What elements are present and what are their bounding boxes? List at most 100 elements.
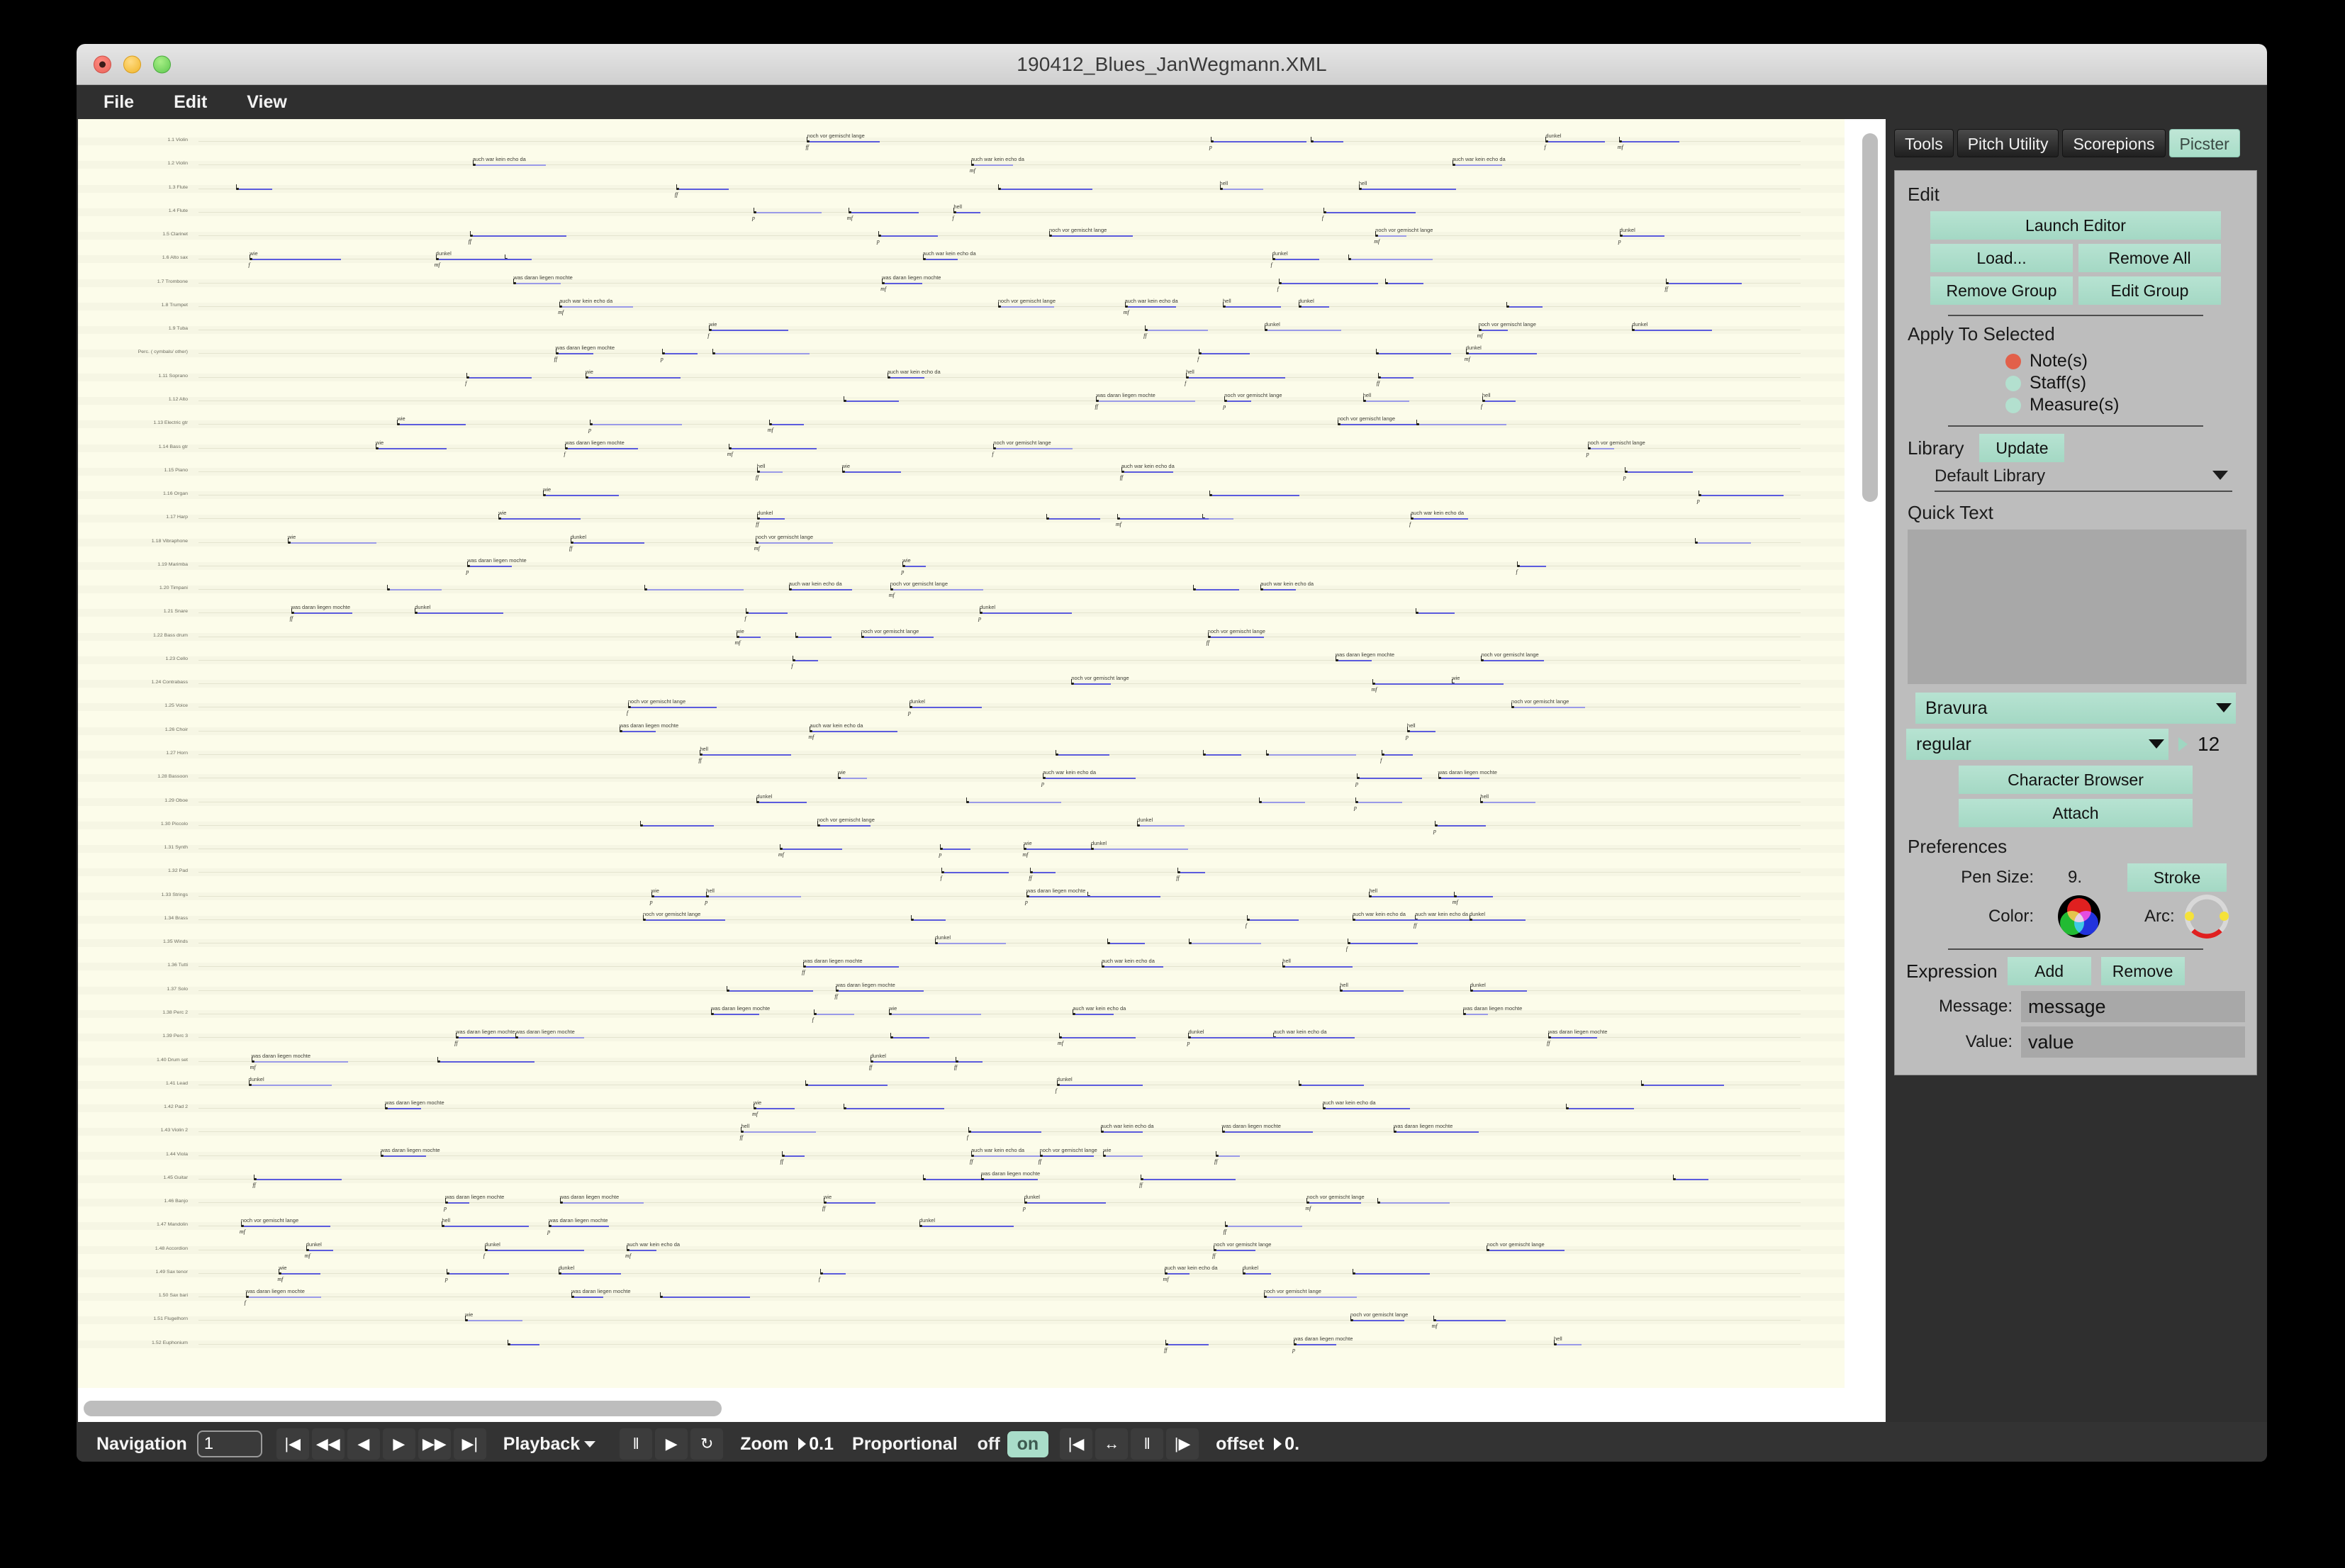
note-duration-line[interactable] [864, 636, 934, 638]
lyric-text[interactable]: auch war kein echo da [1102, 958, 1155, 964]
dynamic-marking[interactable]: mf [305, 1253, 310, 1259]
lyric-text[interactable]: dunkel [1620, 227, 1635, 233]
note-duration-line[interactable] [756, 211, 822, 213]
lyric-text[interactable]: was daran liegen mochte [556, 345, 615, 351]
lyric-text[interactable]: dunkel [1243, 1265, 1258, 1271]
note-duration-line[interactable] [1355, 919, 1440, 921]
lyric-text[interactable]: dunkel [1470, 982, 1486, 988]
note-duration-line[interactable] [892, 1013, 982, 1015]
font-size-stepper-icon[interactable] [2178, 737, 2188, 751]
dynamic-marking[interactable]: mf [240, 1228, 245, 1235]
dynamic-marking[interactable]: ff [675, 191, 678, 198]
lyric-text[interactable]: was daran liegen mochte [711, 1005, 770, 1012]
dynamic-marking[interactable]: mf [1465, 356, 1470, 362]
dynamic-marking[interactable]: f [940, 875, 941, 881]
lyric-text[interactable]: wie [842, 463, 850, 469]
dynamic-marking[interactable]: f [1185, 380, 1186, 386]
dynamic-marking[interactable]: ff [698, 757, 701, 763]
lyric-text[interactable]: dunkel [306, 1241, 322, 1248]
note-duration-line[interactable] [1109, 943, 1145, 945]
lyric-text[interactable]: noch vor gemischt lange [890, 581, 948, 587]
dynamic-marking[interactable]: ff [252, 1182, 255, 1188]
zoom-stepper-icon[interactable] [798, 1438, 807, 1450]
dynamic-marking[interactable]: f [819, 1276, 820, 1282]
note-duration-line[interactable] [996, 447, 1073, 449]
lyric-text[interactable]: wie [889, 1005, 897, 1012]
note-duration-line[interactable] [1380, 1202, 1450, 1204]
note-duration-line[interactable] [418, 612, 504, 615]
lyric-text[interactable]: dunkel [1466, 345, 1482, 351]
note-duration-line[interactable] [1380, 376, 1414, 379]
note-duration-line[interactable] [782, 849, 842, 851]
expression-add-button[interactable]: Add [2007, 957, 2091, 985]
lyric-text[interactable]: wie [498, 510, 506, 516]
note-duration-line[interactable] [444, 1226, 529, 1228]
note-duration-line[interactable] [1361, 188, 1457, 190]
note-duration-line[interactable] [784, 1155, 805, 1157]
note-duration-line[interactable] [1297, 1343, 1337, 1345]
note-duration-line[interactable] [812, 730, 897, 732]
note-duration-line[interactable] [1267, 330, 1342, 332]
note-duration-line[interactable] [1489, 1249, 1565, 1251]
tab-picster[interactable]: Picster [2168, 129, 2240, 157]
note-duration-line[interactable] [388, 1108, 422, 1110]
dynamic-marking[interactable]: f [245, 1299, 246, 1306]
dynamic-marking[interactable]: mf [277, 1276, 283, 1282]
lyric-text[interactable]: dunkel [980, 604, 995, 610]
message-input[interactable]: message [2021, 991, 2245, 1022]
lyric-text[interactable]: wie [651, 887, 659, 894]
note-duration-line[interactable] [1266, 1297, 1357, 1299]
note-duration-line[interactable] [807, 1084, 888, 1086]
dynamic-marking[interactable]: f [952, 215, 953, 221]
note-duration-line[interactable] [1568, 1108, 1635, 1110]
dynamic-marking[interactable]: mf [1374, 238, 1379, 245]
dynamic-marking[interactable]: p [1025, 899, 1028, 905]
note-duration-line[interactable] [1481, 330, 1509, 332]
dynamic-marking[interactable]: mf [1618, 144, 1623, 150]
note-duration-line[interactable] [308, 1249, 333, 1251]
score-canvas[interactable]: 1.1 Violin p noch vor gemischt lange ff dunk… [78, 119, 1845, 1388]
lyric-text[interactable]: dunkel [1299, 298, 1314, 304]
dynamic-marking[interactable]: f [707, 332, 709, 339]
note-duration-line[interactable] [1350, 259, 1433, 261]
note-duration-line[interactable] [956, 211, 980, 213]
lyric-text[interactable]: noch vor gemischt lange [807, 133, 864, 139]
dynamic-marking[interactable]: mf [808, 734, 814, 740]
note-duration-line[interactable] [1042, 1155, 1095, 1157]
dynamic-marking[interactable]: f [967, 1134, 968, 1141]
lyric-text[interactable]: hell [1223, 298, 1231, 304]
dynamic-marking[interactable]: p [705, 899, 707, 905]
dynamic-marking[interactable]: p [1023, 1205, 1026, 1211]
note-duration-line[interactable] [1143, 1178, 1236, 1180]
lyric-text[interactable]: dunkel [910, 698, 925, 705]
note-duration-line[interactable] [1074, 683, 1112, 685]
lyric-text[interactable]: noch vor gemischt lange [1350, 1311, 1408, 1318]
dynamic-marking[interactable]: p [877, 238, 880, 245]
lyric-text[interactable]: was daran liegen mochte [1394, 1123, 1453, 1129]
align-split-icon[interactable]: ‖ [1131, 1428, 1164, 1460]
lyric-text[interactable]: auch war kein echo da [1273, 1029, 1326, 1035]
lyric-text[interactable]: dunkel [1272, 250, 1288, 257]
step-forward-icon[interactable]: ▶ [382, 1428, 415, 1460]
note-duration-line[interactable] [1061, 1037, 1136, 1039]
note-duration-line[interactable] [914, 919, 946, 921]
dynamic-marking[interactable]: p [466, 569, 469, 575]
go-to-end-icon[interactable]: ▶| [453, 1428, 486, 1460]
lyric-text[interactable]: was daran liegen mochte [1222, 1123, 1281, 1129]
note-duration-line[interactable] [1338, 659, 1372, 661]
note-duration-line[interactable] [893, 1037, 930, 1039]
note-duration-line[interactable] [1227, 400, 1251, 402]
note-duration-line[interactable] [472, 235, 567, 237]
lyric-text[interactable]: noch vor gemischt lange [1338, 415, 1395, 422]
note-duration-line[interactable] [1222, 188, 1263, 190]
note-duration-line[interactable] [795, 659, 819, 661]
lyric-text[interactable]: hell [757, 463, 766, 469]
dynamic-marking[interactable]: ff [1212, 1253, 1215, 1259]
radio-measures[interactable]: Measure(s) [2005, 395, 2245, 415]
lyric-text[interactable]: auch war kein echo da [810, 722, 863, 729]
note-duration-line[interactable] [1224, 1131, 1313, 1133]
note-duration-line[interactable] [1340, 424, 1425, 426]
lyric-text[interactable]: was daran liegen mochte [981, 1170, 1040, 1177]
note-duration-line[interactable] [1269, 754, 1356, 756]
dynamic-marking[interactable]: p [445, 1276, 448, 1282]
